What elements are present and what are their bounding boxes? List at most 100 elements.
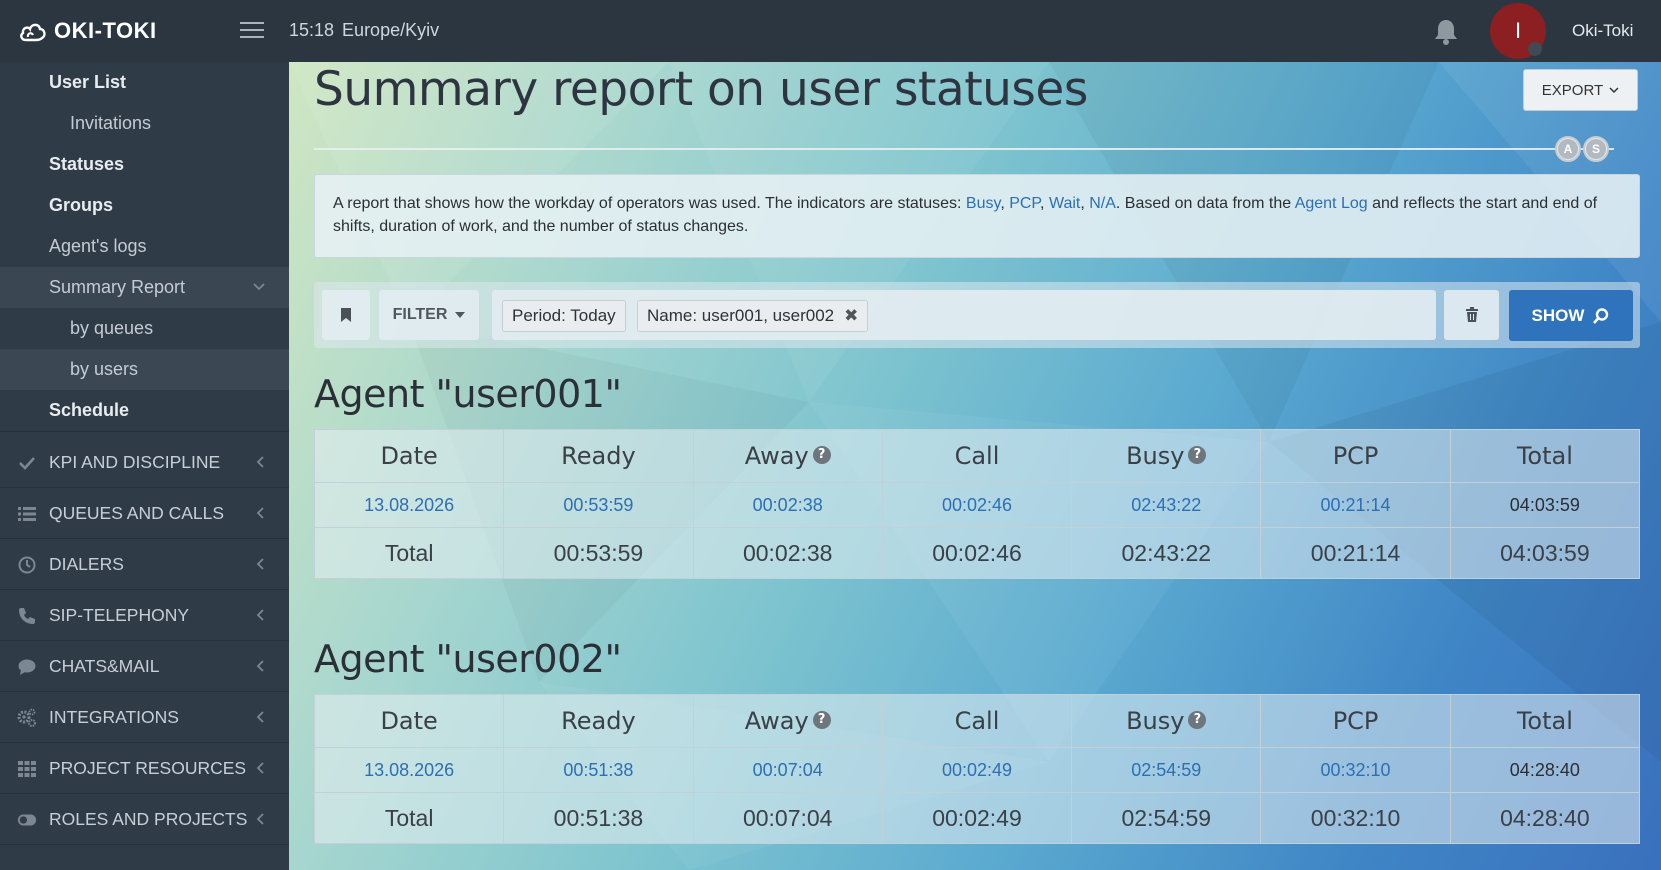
col-label: Busy — [1126, 442, 1185, 470]
col-total: Total — [1449, 694, 1641, 748]
agent-title: Agent "user001" — [314, 372, 622, 416]
cell-call-link[interactable]: 00:02:49 — [881, 747, 1073, 793]
chevron-down-icon — [253, 283, 265, 291]
table-header-row: Date Ready Away? Call Busy? PCP Total — [313, 694, 1641, 748]
col-total: Total — [1449, 429, 1641, 483]
help-icon[interactable]: ? — [1188, 446, 1207, 464]
badge-s-button[interactable]: S — [1583, 136, 1609, 162]
sidebar: User List Invitations Statuses Groups Ag… — [0, 62, 289, 870]
cell-total-away: 00:02:38 — [692, 527, 883, 579]
chevron-left-icon — [256, 507, 264, 519]
sidebar-section-kpi[interactable]: KPI AND DISCIPLINE — [0, 437, 289, 488]
filter-dropdown[interactable]: FILTER — [379, 290, 479, 340]
chevron-left-icon — [256, 660, 264, 672]
sidebar-item-invitations[interactable]: Invitations — [0, 103, 289, 144]
caret-down-icon — [455, 312, 466, 318]
help-icon[interactable]: ? — [812, 711, 831, 729]
bookmark-button[interactable] — [322, 290, 370, 340]
cell-away-link[interactable]: 00:07:04 — [692, 747, 883, 793]
menu-toggle-icon[interactable] — [240, 22, 264, 40]
cell-total-call: 00:02:46 — [881, 527, 1073, 579]
page-title: Summary report on user statuses — [314, 62, 1088, 117]
cell-away-link[interactable]: 00:02:38 — [692, 482, 883, 528]
gears-icon — [17, 708, 36, 727]
sidebar-section-roles[interactable]: ROLES AND PROJECTS — [0, 794, 289, 845]
cell-busy-link[interactable]: 02:43:22 — [1071, 482, 1262, 528]
clear-filter-button[interactable] — [1444, 290, 1499, 340]
toggle-icon — [17, 814, 37, 826]
sidebar-item-user-list[interactable]: User List — [0, 62, 289, 103]
sidebar-item-by-users[interactable]: by users — [0, 349, 289, 390]
logo[interactable]: OKI-TOKI — [18, 18, 157, 44]
sidebar-section-queues[interactable]: QUEUES AND CALLS — [0, 488, 289, 539]
show-button-label: SHOW — [1531, 305, 1585, 325]
sidebar-item-summary-report[interactable]: Summary Report — [0, 267, 289, 308]
col-busy: Busy? — [1071, 429, 1262, 483]
cell-date-link[interactable]: 13.08.2026 — [313, 482, 505, 528]
cell-total-busy: 02:54:59 — [1071, 792, 1262, 844]
help-icon[interactable]: ? — [812, 446, 831, 464]
sidebar-section-sip[interactable]: SIP-TELEPHONY — [0, 590, 289, 641]
sidebar-section-label: KPI AND DISCIPLINE — [49, 451, 221, 472]
sidebar-section-label: PROJECT RESOURCES — [49, 757, 247, 778]
tag-label: Name: user001, user002 — [647, 306, 835, 325]
sidebar-section-label: ROLES AND PROJECTS — [49, 808, 248, 829]
table-row: 13.08.2026 00:51:38 00:07:04 00:02:49 02… — [313, 747, 1641, 793]
chevron-left-icon — [256, 558, 264, 570]
main-content: Summary report on user statuses EXPORT A… — [289, 62, 1661, 870]
tag-name[interactable]: Name: user001, user002 ✖ — [637, 300, 869, 332]
badge-a-button[interactable]: A — [1555, 136, 1581, 162]
col-pcp: PCP — [1260, 694, 1451, 748]
table-total-row: Total 00:51:38 00:07:04 00:02:49 02:54:5… — [313, 792, 1641, 844]
cell-pcp-link[interactable]: 00:32:10 — [1260, 747, 1451, 793]
sidebar-item-label: Summary Report — [49, 277, 186, 297]
cell-date-link[interactable]: 13.08.2026 — [313, 747, 505, 793]
trash-icon — [1465, 307, 1478, 322]
cell-call-link[interactable]: 00:02:46 — [881, 482, 1073, 528]
check-icon — [19, 457, 35, 470]
cell-busy-link[interactable]: 02:54:59 — [1071, 747, 1262, 793]
link-wait[interactable]: Wait — [1049, 195, 1080, 212]
sidebar-section-integrations[interactable]: INTEGRATIONS — [0, 692, 289, 743]
cell-total-label: Total — [313, 792, 505, 844]
chevron-left-icon — [256, 456, 264, 468]
link-busy[interactable]: Busy — [966, 195, 1000, 212]
col-away: Away? — [692, 429, 883, 483]
tag-period[interactable]: Period: Today — [502, 300, 626, 332]
export-button[interactable]: EXPORT — [1523, 69, 1638, 111]
remove-tag-icon[interactable]: ✖ — [844, 306, 858, 326]
search-icon — [1593, 307, 1609, 324]
sidebar-item-groups[interactable]: Groups — [0, 185, 289, 226]
link-pcp[interactable]: PCP — [1009, 195, 1040, 212]
cell-pcp-link[interactable]: 00:21:14 — [1260, 482, 1451, 528]
col-pcp: PCP — [1260, 429, 1451, 483]
bell-icon[interactable] — [1433, 18, 1459, 46]
cell-ready-link[interactable]: 00:53:59 — [503, 482, 694, 528]
sidebar-section-label: INTEGRATIONS — [49, 706, 179, 727]
title-divider — [314, 148, 1614, 150]
sidebar-section-chats[interactable]: CHATS&MAIL — [0, 641, 289, 692]
username[interactable]: Oki-Toki — [1572, 21, 1633, 41]
cell-total-label: Total — [313, 527, 505, 579]
sidebar-item-schedule[interactable]: Schedule — [0, 390, 289, 431]
logo-text: OKI-TOKI — [54, 18, 157, 43]
help-icon[interactable]: ? — [1188, 711, 1207, 729]
chevron-left-icon — [256, 711, 264, 723]
cell-total-busy: 02:43:22 — [1071, 527, 1262, 579]
sidebar-section-dialers[interactable]: DIALERS — [0, 539, 289, 590]
show-button[interactable]: SHOW — [1509, 290, 1633, 341]
grid-icon — [18, 761, 36, 777]
info-text: A report that shows how the workday of o… — [333, 195, 966, 212]
cell-total-total: 04:28:40 — [1449, 792, 1641, 844]
sidebar-section-project-resources[interactable]: PROJECT RESOURCES — [0, 743, 289, 794]
cell-ready-link[interactable]: 00:51:38 — [503, 747, 694, 793]
filter-tags[interactable]: Period: Today Name: user001, user002 ✖ — [492, 290, 1436, 340]
link-na[interactable]: N/A — [1089, 195, 1116, 212]
sidebar-item-agents-logs[interactable]: Agent's logs — [0, 226, 289, 267]
sidebar-item-by-queues[interactable]: by queues — [0, 308, 289, 349]
cell-total-away: 00:07:04 — [692, 792, 883, 844]
link-agent-log[interactable]: Agent Log — [1295, 195, 1368, 212]
sidebar-section-label: DIALERS — [49, 553, 124, 574]
sidebar-item-statuses[interactable]: Statuses — [0, 144, 289, 185]
badge-s-label: S — [1586, 139, 1606, 159]
